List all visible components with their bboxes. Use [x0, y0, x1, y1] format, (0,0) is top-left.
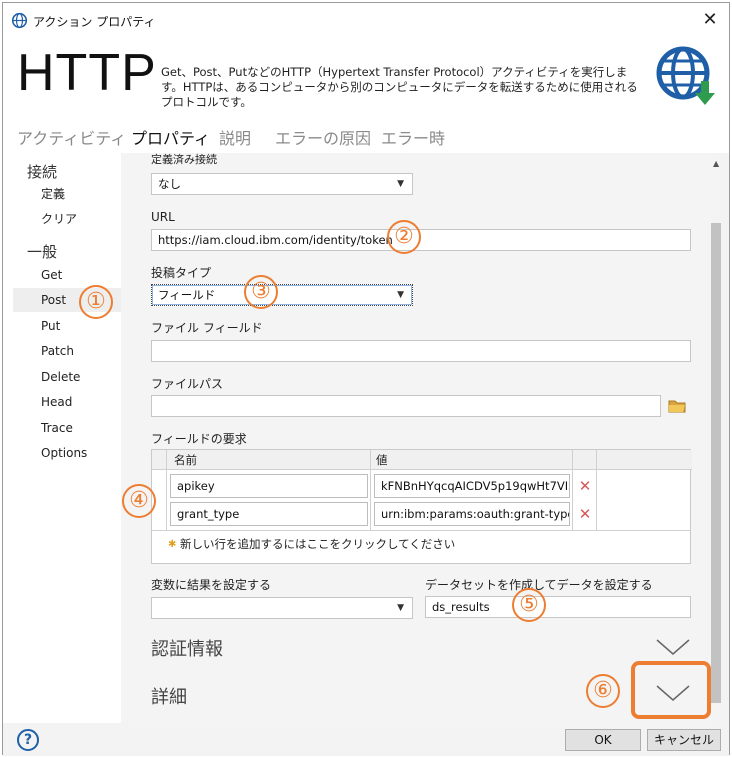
add-row-icon: ✱: [168, 539, 177, 550]
annotation-3: ③: [244, 275, 278, 309]
close-icon[interactable]: ✕: [699, 9, 721, 31]
sidebar-item-label: Delete: [41, 370, 81, 384]
dropdown-arrow-icon: ▼: [397, 179, 404, 189]
dataset-value: ds_results: [432, 600, 490, 614]
sidebar-item-head[interactable]: Head: [13, 390, 121, 414]
annotation-2: ②: [387, 220, 421, 254]
sidebar-item-patch[interactable]: Patch: [13, 339, 121, 363]
globe-icon: [11, 12, 28, 29]
action-properties-dialog: アクション プロパティ ✕ HTTP Get、Post、PutなどのHTTP（H…: [2, 2, 730, 756]
grid-cell-value[interactable]: urn:ibm:params:oauth:grant-type:a: [374, 502, 570, 526]
grid-divider: [166, 450, 167, 530]
sidebar-group-connection: 接続: [27, 163, 58, 181]
sidebar-item-label: Post: [41, 293, 67, 307]
sidebar-item-get[interactable]: Get: [13, 263, 121, 287]
post-type-select[interactable]: フィールド ▼: [151, 284, 413, 306]
dialog-title: アクション プロパティ: [33, 15, 156, 29]
grid-header-value: 値: [376, 453, 388, 467]
defined-connection-label: 定義済み接続: [151, 153, 217, 166]
file-field-input[interactable]: [151, 340, 691, 362]
file-field-label: ファイル フィールド: [151, 321, 263, 335]
help-icon[interactable]: ?: [17, 729, 39, 751]
grid-header-name: 名前: [174, 453, 197, 467]
section-details-title: 詳細: [151, 687, 187, 708]
footer: ? OK キャンセル: [3, 723, 729, 756]
delete-row-icon[interactable]: ✕: [576, 505, 594, 523]
chevron-down-icon[interactable]: [655, 637, 691, 657]
sidebar: 接続 定義 クリア 一般 Get Post Put Patch Delete H…: [3, 153, 121, 723]
title-bar: アクション プロパティ ✕: [3, 3, 729, 37]
sidebar-item-label: クリア: [41, 212, 78, 226]
file-path-input[interactable]: [151, 395, 661, 417]
post-type-value: フィールド: [158, 288, 216, 302]
sidebar-item-label: Put: [41, 319, 61, 333]
dropdown-arrow-icon: ▼: [397, 603, 404, 613]
sidebar-item-label: Head: [41, 395, 73, 409]
grid-divider: [152, 530, 690, 531]
cancel-button[interactable]: キャンセル: [647, 729, 721, 751]
annotation-6: ⑥: [586, 674, 620, 708]
file-path-label: ファイルパス: [151, 377, 224, 391]
dataset-input[interactable]: ds_results: [425, 596, 691, 618]
globe-download-icon: [656, 46, 715, 105]
field-request-label: フィールドの要求: [151, 432, 247, 446]
tab-on-error[interactable]: エラー時: [381, 125, 445, 149]
activity-description: Get、Post、PutなどのHTTP（Hypertext Transfer P…: [161, 65, 638, 109]
grid-cell-name[interactable]: apikey: [170, 474, 368, 498]
url-value: https://iam.cloud.ibm.com/identity/token: [158, 233, 393, 247]
grid-cell-name[interactable]: grant_type: [170, 502, 368, 526]
tab-properties[interactable]: プロパティ: [131, 125, 210, 149]
grid-divider: [596, 450, 597, 530]
sidebar-item-options[interactable]: Options: [13, 441, 121, 465]
scroll-up-icon[interactable]: ▲: [713, 159, 719, 168]
tab-activity[interactable]: アクティビティ: [17, 125, 126, 149]
dropdown-arrow-icon: ▼: [397, 290, 404, 300]
folder-icon[interactable]: [668, 399, 686, 413]
sidebar-item-label: Trace: [41, 421, 73, 435]
url-input[interactable]: https://iam.cloud.ibm.com/identity/token: [151, 229, 691, 251]
defined-connection-value: なし: [158, 177, 181, 191]
annotation-4: ④: [122, 484, 156, 518]
sidebar-item-delete[interactable]: Delete: [13, 365, 121, 389]
set-variable-select[interactable]: ▼: [151, 597, 413, 619]
ok-button[interactable]: OK: [565, 729, 641, 751]
url-label: URL: [151, 210, 175, 224]
field-request-grid: 名前 値 apikey kFNBnHYqcqAICDV5p19qwHt7VIS6…: [151, 449, 692, 564]
sidebar-group-general: 一般: [27, 243, 58, 261]
sidebar-item-label: 定義: [41, 187, 66, 201]
delete-row-icon[interactable]: ✕: [576, 477, 594, 495]
tab-error-cause[interactable]: エラーの原因: [275, 125, 371, 149]
sidebar-item-define[interactable]: 定義: [13, 182, 121, 206]
activity-title: HTTP: [17, 44, 157, 102]
grid-divider: [572, 450, 573, 530]
scrollbar-thumb[interactable]: [711, 223, 721, 703]
sidebar-item-label: Options: [41, 446, 88, 460]
defined-connection-select[interactable]: なし ▼: [151, 173, 413, 195]
post-type-label: 投稿タイプ: [151, 266, 212, 280]
tab-explanation[interactable]: 説明: [219, 125, 251, 149]
sidebar-item-put[interactable]: Put: [13, 314, 121, 338]
section-auth-title: 認証情報: [151, 639, 223, 660]
sidebar-item-label: Patch: [41, 344, 74, 358]
grid-cell-value[interactable]: kFNBnHYqcqAICDV5p19qwHt7VIS6: [374, 474, 570, 498]
set-variable-label: 変数に結果を設定する: [151, 578, 272, 592]
tab-bar: アクティビティ プロパティ 説明 エラーの原因 エラー時: [3, 117, 729, 153]
sidebar-item-label: Get: [41, 268, 63, 282]
add-row-link[interactable]: 新しい行を追加するにはここをクリックしてください: [180, 536, 455, 552]
sidebar-item-clear[interactable]: クリア: [13, 207, 121, 231]
header: HTTP Get、Post、PutなどのHTTP（Hypertext Trans…: [3, 37, 729, 117]
grid-header: [152, 450, 692, 470]
sidebar-item-trace[interactable]: Trace: [13, 416, 121, 440]
grid-divider: [370, 450, 371, 530]
highlight-box: [631, 661, 711, 719]
annotation-5: ⑤: [512, 588, 546, 622]
annotation-1: ①: [79, 285, 113, 319]
